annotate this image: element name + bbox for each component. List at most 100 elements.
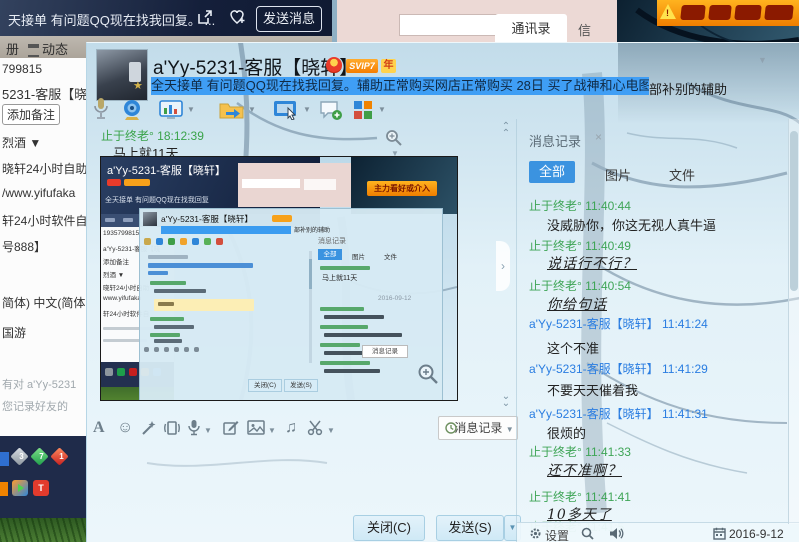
scroll-bottom-icon[interactable]: ⌄⌄ [498, 393, 514, 407]
record-sender-time: 止于终老° 11:40:49 [529, 237, 631, 254]
image-caret[interactable]: ▼ [268, 426, 276, 435]
screen-share-icon[interactable] [273, 100, 299, 120]
blue-badge-icon[interactable] [0, 452, 9, 466]
screenshot-tool-icon[interactable] [159, 100, 183, 120]
settings-label[interactable]: 设置 [545, 527, 569, 542]
emoji-icon[interactable]: ☺ [117, 419, 133, 437]
screen-share-caret[interactable]: ▼ [303, 105, 311, 114]
nested-history-button: 消息记录 [362, 345, 408, 358]
apps-grid-icon[interactable] [353, 100, 373, 120]
record-footer: 设置 2016-9-12 [517, 522, 799, 542]
svip-badge[interactable]: SVIP7 [346, 59, 378, 73]
avatar[interactable] [96, 49, 148, 101]
record-sender-time: a'Yy-5231-客服【晓轩】 11:41:24 [529, 315, 708, 332]
record-sender-time: 止于终老° 11:41:41 [529, 488, 631, 505]
red-diamond-icon[interactable]: 1 [53, 450, 70, 467]
record-sender-time: 止于终老° 11:40:54 [529, 277, 631, 294]
record-close-icon[interactable]: × [595, 130, 602, 144]
speaker-icon[interactable] [609, 527, 624, 540]
profile-field-1[interactable]: 烈酒 ▼ [2, 134, 41, 151]
profile-card: 799815 5231-客服【晓 添加备注 烈酒 ▼ 晓轩24小时自助 /www… [0, 58, 86, 436]
grey-diamond-icon[interactable]: 3 [13, 450, 30, 467]
profile-field-4: 号888】 [2, 238, 46, 255]
send-button[interactable]: 发送(S) [436, 515, 504, 541]
video-call-icon[interactable] [121, 99, 143, 121]
qq-penguin-icon[interactable] [326, 57, 342, 73]
record-message: 你给句话 [547, 294, 607, 314]
nav-item-album[interactable]: 册 [6, 39, 19, 58]
record-tab-all[interactable]: 全部 [529, 161, 575, 183]
file-transfer-icon[interactable] [219, 100, 245, 120]
nested-title: a'Yy-5231-客服【晓轩】 [161, 213, 253, 225]
favorite-heart-plus-icon[interactable] [228, 8, 248, 26]
orange-badge-icon[interactable] [0, 482, 8, 496]
year-vip-badge[interactable]: 年 [381, 59, 396, 73]
voice-caret[interactable]: ▼ [204, 426, 212, 435]
compose-icon[interactable] [223, 420, 239, 436]
scroll-top-icon[interactable]: ⌃⌃ [498, 123, 514, 137]
voice-message-icon[interactable] [187, 419, 201, 436]
record-tab-files[interactable]: 文件 [669, 165, 695, 184]
history-button[interactable]: 消息记录 ▼ [438, 416, 518, 440]
embedded-sidebar-line: 1935799815 [103, 230, 139, 237]
nudge-icon[interactable] [163, 420, 181, 436]
qq-privilege-panel: 3 7 1 T [0, 436, 86, 518]
embedded-vip-chip [107, 179, 121, 186]
create-group-icon[interactable] [319, 99, 343, 121]
embedded-sidebar-line: www.yifufaka [103, 295, 141, 302]
share-icon[interactable] [196, 8, 214, 26]
zoom-magnifier-icon[interactable]: ▼ [385, 129, 403, 147]
desktop-wallpaper-grass [0, 518, 86, 542]
scrollbar-thumb[interactable] [790, 131, 798, 291]
magic-wand-icon[interactable] [141, 420, 157, 436]
nav-item-feed[interactable]: 动态 [28, 39, 68, 58]
embedded-zoom-magnifier-icon [417, 363, 439, 385]
tab-info-partial[interactable]: 信 [578, 20, 591, 39]
tab-contacts[interactable]: 通讯录 [495, 14, 567, 42]
embedded-screenshot-image[interactable]: a'Yy-5231-客服【晓轩】 19357998 全天接单 有问题QQ现在找我… [100, 156, 458, 401]
green-diamond-icon[interactable]: 7 [33, 450, 50, 467]
close-button[interactable]: 关闭(C) [353, 515, 425, 541]
scissors-caret[interactable]: ▼ [327, 426, 335, 435]
gear-icon[interactable] [529, 527, 542, 540]
nested-date: 2016-09-12 [378, 295, 411, 302]
record-date[interactable]: 2016-9-12 [729, 527, 784, 541]
send-message-button[interactable]: 发送消息 [256, 6, 322, 32]
image-icon[interactable] [247, 420, 265, 435]
t-badge-icon[interactable]: T [33, 480, 49, 496]
record-tab-images[interactable]: 图片 [605, 165, 631, 184]
scissors-icon[interactable] [307, 420, 324, 436]
panel-collapse-handle[interactable]: › [496, 241, 510, 291]
profile-url[interactable]: /www.yifufaka [2, 186, 75, 200]
font-icon[interactable]: A [93, 419, 105, 437]
calendar-icon[interactable] [713, 527, 726, 540]
embedded-sidebar-line: 添加备注 [103, 256, 129, 266]
signature-expand-caret[interactable]: ▼ [758, 55, 767, 65]
ad-banner[interactable]: ! [657, 0, 799, 26]
record-message: 没威胁你，你这无视人真牛逼 [547, 215, 716, 234]
nested-record-title: 消息记录 [318, 236, 346, 246]
nested-send-button: 发送(S) [284, 379, 318, 392]
search-icon[interactable] [581, 527, 594, 540]
music-icon[interactable]: ♫ [285, 419, 297, 437]
record-message: 还不准啊？ [547, 460, 622, 480]
screenshot-caret[interactable]: ▼ [187, 105, 195, 114]
profile-nickname: 5231-客服【晓 [2, 84, 87, 103]
apps-caret[interactable]: ▼ [378, 105, 386, 114]
history-caret: ▼ [506, 425, 514, 434]
embedded-svip-chip [124, 179, 150, 186]
add-remark-button[interactable]: 添加备注 [2, 104, 60, 125]
desktop: 天接单 有问题QQ现在找我回复。 ... 发送消息 册 动态 799815 52… [0, 0, 799, 542]
voice-call-icon[interactable] [91, 97, 111, 121]
record-sender-time: a'Yy-5231-客服【晓轩】 11:41:29 [529, 360, 708, 377]
embedded-sidebar-line: 烈酒 ▼ [103, 269, 124, 279]
signature-selected-text[interactable]: 全天接单 有问题QQ现在找我回复。辅助正常购买网店正常购买 28日 买了战神和心… [151, 77, 649, 95]
signature-rest-text[interactable]: 部补别的辅助 [649, 79, 727, 98]
record-scrollbar[interactable] [788, 119, 799, 524]
chat-window: a'Yy-5231-客服【晓轩】 SVIP7 年 ★ 全天接单 有问题QQ现在找… [86, 42, 799, 542]
video-play-icon[interactable] [12, 480, 28, 496]
file-transfer-caret[interactable]: ▼ [248, 105, 256, 114]
embedded-title: a'Yy-5231-客服【晓轩】 [107, 162, 226, 178]
ad-glyph-block [680, 5, 706, 20]
profile-language: 简体) 中文(简体 [2, 294, 85, 311]
